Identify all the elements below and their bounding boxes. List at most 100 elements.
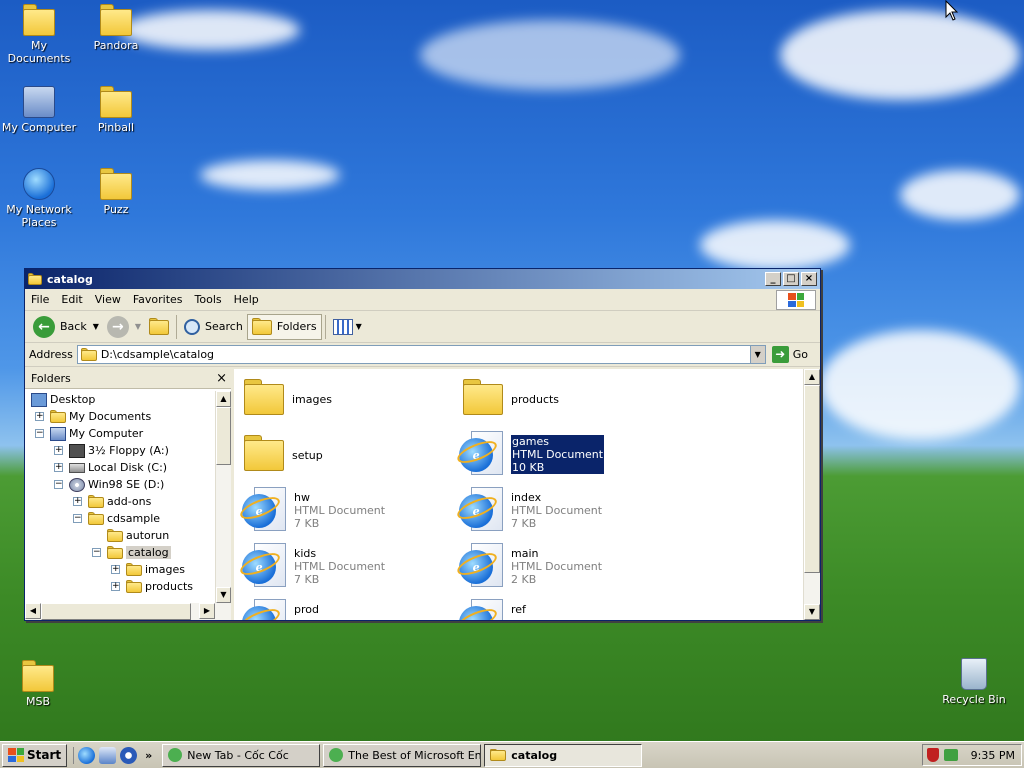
internet-explorer-icon[interactable]: [78, 746, 96, 764]
menu-file[interactable]: File: [25, 293, 55, 306]
menu-help[interactable]: Help: [228, 293, 265, 306]
expand-icon[interactable]: +: [111, 565, 120, 574]
desktop-icon-pandora[interactable]: Pandora: [78, 4, 154, 52]
file-list-vertical-scrollbar[interactable]: ▲ ▼: [803, 369, 820, 620]
back-button[interactable]: ← Back ▼: [29, 314, 103, 340]
scroll-up-button[interactable]: ▲: [216, 391, 231, 407]
tree-node-floppy[interactable]: + 3½ Floppy (A:): [54, 442, 169, 459]
menu-edit[interactable]: Edit: [55, 293, 88, 306]
scroll-thumb[interactable]: [216, 407, 231, 465]
tree-node-my-computer[interactable]: − My Computer: [35, 425, 143, 442]
windows-logo-icon: [8, 748, 24, 762]
desktop-icon-network-places[interactable]: My Network Places: [1, 168, 77, 229]
desktop-icon-pinball[interactable]: Pinball: [78, 86, 154, 134]
windows-logo-icon: [776, 290, 816, 310]
cloud: [820, 330, 1020, 440]
close-icon[interactable]: ×: [216, 371, 227, 386]
folders-pane: Folders × Desktop + My Documents − My Co…: [25, 369, 234, 620]
folder-icon: [107, 528, 123, 543]
maximize-button[interactable]: □: [783, 272, 799, 286]
scroll-left-button[interactable]: ◀: [25, 603, 41, 619]
collapse-icon[interactable]: −: [35, 429, 44, 438]
file-item-images[interactable]: images: [244, 379, 454, 415]
tree-node-autorun[interactable]: autorun: [107, 527, 169, 544]
scroll-up-button[interactable]: ▲: [804, 369, 820, 385]
taskbar-button-coccoc[interactable]: New Tab - Cốc Cốc: [162, 743, 321, 767]
desktop-icon-my-computer[interactable]: My Computer: [1, 86, 77, 134]
expand-icon[interactable]: +: [35, 412, 44, 421]
collapse-icon[interactable]: −: [73, 514, 82, 523]
file-item-hw[interactable]: e hw HTML Document 7 KB: [237, 487, 452, 531]
folder-icon: [463, 379, 503, 415]
media-player-icon[interactable]: [120, 746, 138, 764]
tree-node-products[interactable]: + products: [111, 578, 193, 595]
html-document-icon: e: [454, 487, 503, 531]
tree-node-desktop[interactable]: Desktop: [31, 391, 95, 408]
file-item-ref[interactable]: e ref: [454, 599, 669, 620]
taskbar-button-encarta[interactable]: The Best of Microsoft En...: [323, 743, 482, 767]
tree-node-my-documents[interactable]: + My Documents: [35, 408, 151, 425]
folder-icon: [244, 379, 284, 415]
file-item-kids[interactable]: e kids HTML Document 7 KB: [237, 543, 452, 587]
tree-node-catalog[interactable]: − catalog: [92, 544, 171, 561]
folder-tree-horizontal-scrollbar[interactable]: ◀ ▶: [25, 603, 231, 620]
folder-open-icon: [107, 545, 123, 560]
file-item-prod[interactable]: e prod: [237, 599, 452, 620]
tree-node-win98se[interactable]: − Win98 SE (D:): [54, 476, 164, 493]
network-icon[interactable]: [943, 749, 958, 761]
expand-icon[interactable]: +: [111, 582, 120, 591]
quick-launch-more-icon[interactable]: »: [145, 749, 152, 762]
explorer-window[interactable]: catalog _ □ × File Edit View Favorites T…: [24, 268, 821, 621]
menu-view[interactable]: View: [89, 293, 127, 306]
folder-icon: [126, 579, 142, 594]
menu-favorites[interactable]: Favorites: [127, 293, 189, 306]
file-item-main[interactable]: e main HTML Document 2 KB: [454, 543, 669, 587]
start-button[interactable]: Start: [2, 743, 68, 767]
file-item-setup[interactable]: setup: [244, 435, 454, 471]
file-item-index[interactable]: e index HTML Document 7 KB: [454, 487, 669, 531]
desktop-icon-msb[interactable]: MSB: [0, 660, 76, 708]
up-folder-button[interactable]: [145, 314, 173, 340]
views-button[interactable]: ▼: [329, 314, 366, 340]
forward-button[interactable]: → ▼: [103, 314, 145, 340]
close-button[interactable]: ×: [801, 272, 817, 286]
scroll-down-button[interactable]: ▼: [216, 587, 231, 603]
scroll-thumb[interactable]: [41, 603, 191, 620]
scroll-thumb[interactable]: [804, 385, 820, 573]
desktop-icon-puzz[interactable]: Puzz: [78, 168, 154, 216]
scroll-down-button[interactable]: ▼: [804, 604, 820, 620]
folder-tree-vertical-scrollbar[interactable]: ▲ ▼: [215, 391, 231, 603]
scroll-right-button[interactable]: ▶: [199, 603, 215, 619]
expand-icon[interactable]: +: [54, 463, 63, 472]
desktop-icon-recycle-bin[interactable]: Recycle Bin: [936, 658, 1012, 706]
folder-icon: [22, 660, 54, 692]
expand-icon[interactable]: +: [73, 497, 82, 506]
tree-node-images[interactable]: + images: [111, 561, 185, 578]
system-tray: 9:35 PM: [922, 744, 1022, 766]
taskbar-button-catalog[interactable]: catalog: [484, 743, 643, 767]
collapse-icon[interactable]: −: [92, 548, 101, 557]
desktop-icon-my-documents[interactable]: My Documents: [1, 4, 77, 65]
file-item-games[interactable]: e games HTML Document 10 KB: [454, 431, 669, 475]
address-dropdown-button[interactable]: ▼: [749, 346, 765, 363]
clock[interactable]: 9:35 PM: [971, 749, 1015, 762]
file-item-products[interactable]: products: [463, 379, 673, 415]
expand-icon[interactable]: +: [54, 446, 63, 455]
minimize-button[interactable]: _: [765, 272, 781, 286]
title-bar[interactable]: catalog _ □ ×: [25, 269, 820, 289]
address-input[interactable]: D:\cdsample\catalog ▼: [76, 345, 766, 364]
menu-tools[interactable]: Tools: [189, 293, 228, 306]
cloud: [900, 170, 1020, 220]
search-button[interactable]: Search: [180, 314, 247, 340]
address-value: D:\cdsample\catalog: [100, 348, 215, 361]
folders-button[interactable]: Folders: [246, 313, 322, 340]
outlook-express-icon[interactable]: [99, 746, 117, 764]
tree-node-add-ons[interactable]: + add-ons: [73, 493, 151, 510]
collapse-icon[interactable]: −: [54, 480, 63, 489]
go-button[interactable]: ➜ Go: [770, 346, 816, 363]
tree-node-local-disk[interactable]: + Local Disk (C:): [54, 459, 167, 476]
tree-node-cdsample[interactable]: − cdsample: [73, 510, 160, 527]
security-shield-icon[interactable]: [926, 748, 939, 762]
folder-icon: [244, 435, 284, 471]
file-list: images products setup e games HTML Docum…: [234, 369, 820, 620]
